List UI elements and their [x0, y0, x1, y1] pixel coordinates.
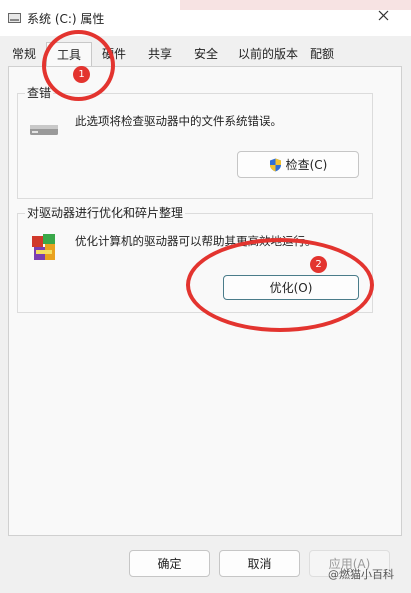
cancel-button-label: 取消	[247, 557, 272, 571]
window-title: 系统 (C:) 属性	[27, 12, 105, 26]
tools-panel: 查错 此选项将检查驱动器中的文件系统错误。 检查(C) 对驱动器进行优化和碎片整…	[8, 66, 402, 536]
annotation-badge-1: 1	[73, 66, 90, 83]
close-icon	[378, 10, 389, 24]
close-button[interactable]	[368, 6, 398, 28]
ok-button-label: 确定	[157, 557, 182, 571]
error-check-description: 此选项将检查驱动器中的文件系统错误。	[75, 114, 282, 128]
defrag-icon	[31, 233, 57, 266]
drive-icon	[29, 122, 59, 139]
tab-sharing[interactable]: 共享	[142, 44, 178, 64]
watermark: @燃猫小百科	[328, 568, 394, 581]
cancel-button[interactable]: 取消	[219, 550, 300, 577]
tab-hardware[interactable]: 硬件	[96, 44, 132, 64]
shield-icon	[269, 158, 282, 172]
check-button-label: 检查(C)	[285, 158, 328, 172]
tab-quota[interactable]: 配额	[304, 44, 340, 64]
optimize-title: 对驱动器进行优化和碎片整理	[25, 204, 186, 221]
tab-previous-versions[interactable]: 以前的版本	[234, 44, 302, 64]
tab-general[interactable]: 常规	[6, 44, 42, 64]
check-button[interactable]: 检查(C)	[237, 151, 359, 178]
title-bar: 系统 (C:) 属性	[0, 0, 411, 36]
ok-button[interactable]: 确定	[129, 550, 210, 577]
tab-strip: 常规 工具 硬件 共享 安全 以前的版本 配额	[0, 42, 411, 66]
optimize-description: 优化计算机的驱动器可以帮助其更高效地运行。	[75, 234, 317, 248]
error-check-group	[17, 93, 373, 199]
optimize-button[interactable]: 优化(O)	[223, 275, 359, 300]
optimize-button-label: 优化(O)	[269, 281, 313, 295]
tab-tools[interactable]: 工具	[46, 42, 92, 66]
drive-window-icon	[8, 12, 21, 23]
annotation-badge-2: 2	[310, 256, 327, 273]
error-check-title: 查错	[25, 84, 54, 101]
tab-security[interactable]: 安全	[188, 44, 224, 64]
